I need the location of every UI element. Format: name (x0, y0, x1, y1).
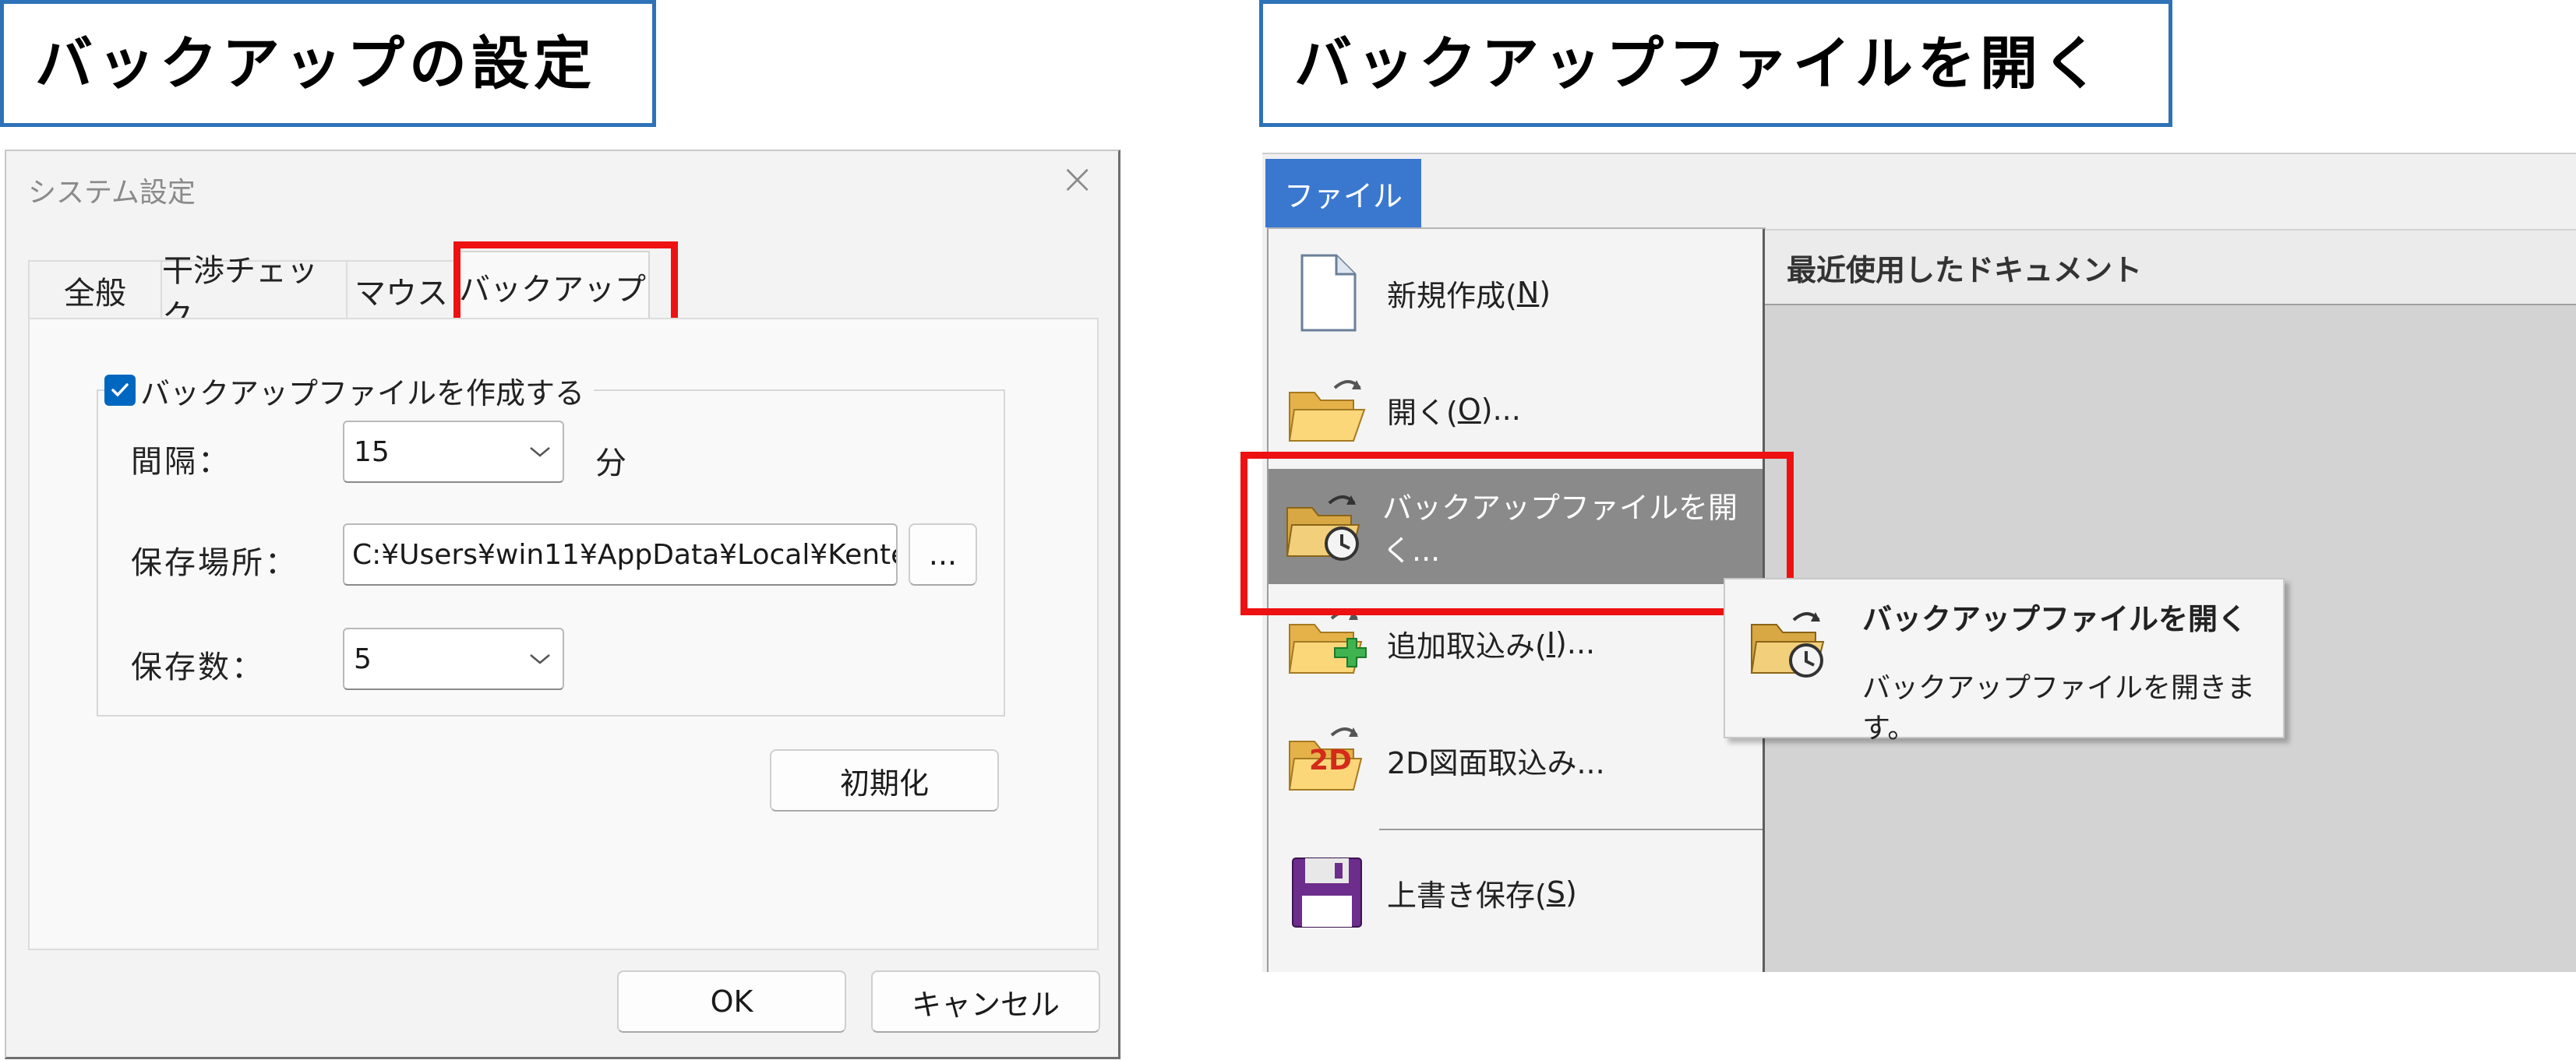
left-section-header-text: バックアップの設定 (35, 30, 596, 97)
dialog-title: システム設定 (28, 177, 196, 209)
open-folder-icon (1284, 367, 1370, 453)
new-document-icon (1284, 250, 1370, 336)
browse-label: ... (928, 537, 958, 572)
interval-unit: 分 (595, 445, 629, 481)
count-select[interactable]: 5 (343, 628, 564, 690)
2d-icon-text: 2D (1309, 745, 1352, 777)
create-backup-option[interactable]: バックアップファイルを作成する (104, 371, 595, 410)
menu-separator (1379, 829, 1764, 830)
tooltip-backup-icon (1749, 604, 1830, 685)
location-field[interactable]: C:¥Users¥win11¥AppData¥Local¥Kente (343, 523, 898, 586)
menu-item-open-text: 開く( (1387, 395, 1458, 430)
backup-item-highlight-box (1240, 452, 1794, 615)
create-backup-checkbox[interactable] (104, 375, 136, 406)
menu-item-new-key: N (1516, 276, 1540, 310)
reset-label: 初期化 (839, 766, 929, 801)
menu-item-2d-import[interactable]: 2D 2D図面取込み... (1269, 706, 1764, 815)
right-section-header: バックアップファイルを開く (1259, 0, 2172, 127)
interval-value: 15 (354, 435, 390, 468)
ok-button[interactable]: OK (617, 970, 846, 1033)
reset-button[interactable]: 初期化 (770, 749, 999, 812)
backup-tooltip: バックアップファイルを開く バックアップファイルを開きます。 (1724, 578, 2285, 745)
tooltip-title: バックアップファイルを開く (1862, 602, 2248, 636)
left-section-header: バックアップの設定 (0, 0, 656, 127)
tab-general-label: 全般 (64, 276, 126, 312)
tab-general[interactable]: 全般 (28, 260, 162, 319)
checkmark-icon (111, 383, 129, 396)
menu-item-open[interactable]: 開く(O)... (1269, 355, 1764, 464)
recent-documents-title: 最近使用したドキュメント (1787, 252, 2143, 287)
count-label: 保存数： (131, 650, 265, 685)
menu-item-save[interactable]: 上書き保存(S) (1269, 838, 1764, 947)
menu-item-open-key: O (1457, 393, 1481, 427)
menu-item-save-suffix: ) (1565, 875, 1577, 910)
cancel-label: キャンセル (911, 987, 1060, 1022)
menu-item-save-key: S (1546, 875, 1565, 910)
file-tab[interactable]: ファイル (1265, 159, 1421, 227)
ok-label: OK (710, 984, 753, 1019)
browse-button[interactable]: ... (909, 523, 977, 586)
tooltip-description: バックアップファイルを開きます。 (1862, 672, 2256, 745)
count-value: 5 (354, 643, 372, 675)
recent-documents-header: 最近使用したドキュメント (1765, 231, 2576, 305)
menu-item-save-text: 上書き保存( (1387, 878, 1547, 913)
create-backup-label: バックアップファイルを作成する (140, 375, 585, 410)
menu-item-2d-import-text: 2D図面取込み... (1387, 745, 1605, 780)
menu-item-add-import-suffix: )... (1555, 626, 1596, 660)
location-label: 保存場所： (131, 545, 298, 581)
floppy-save-icon (1284, 850, 1370, 935)
close-icon[interactable]: × (1060, 154, 1095, 203)
menu-item-new-suffix: ) (1539, 276, 1551, 310)
menu-item-new[interactable]: 新規作成(N) (1269, 238, 1764, 347)
menu-item-open-suffix: )... (1480, 393, 1521, 427)
2d-import-folder-icon: 2D (1284, 717, 1370, 803)
interval-select[interactable]: 15 (343, 421, 564, 483)
cancel-button[interactable]: キャンセル (871, 970, 1100, 1033)
interval-label: 間隔： (131, 444, 231, 480)
chevron-down-icon (530, 654, 550, 664)
tab-interference-check[interactable]: 干渉チェック (161, 253, 348, 334)
menubar (1262, 153, 2576, 227)
location-value: C:¥Users¥win11¥AppData¥Local¥Kente (352, 538, 898, 571)
menu-item-new-text: 新規作成( (1387, 278, 1517, 313)
menu-item-add-import-text: 追加取込み( (1387, 629, 1547, 664)
right-section-header-text: バックアップファイルを開く (1294, 30, 2105, 97)
tab-mouse-label: マウス (355, 276, 448, 312)
tab-mouse[interactable]: マウス (346, 260, 457, 319)
chevron-down-icon (530, 447, 550, 457)
system-settings-dialog: システム設定 × 全般 干渉チェック マウス バックアップ バックアップファイル… (5, 150, 1120, 1059)
tab-backup-highlight-box (453, 241, 678, 329)
menu-item-add-import-key: I (1546, 626, 1556, 660)
file-tab-label: ファイル (1283, 178, 1403, 213)
